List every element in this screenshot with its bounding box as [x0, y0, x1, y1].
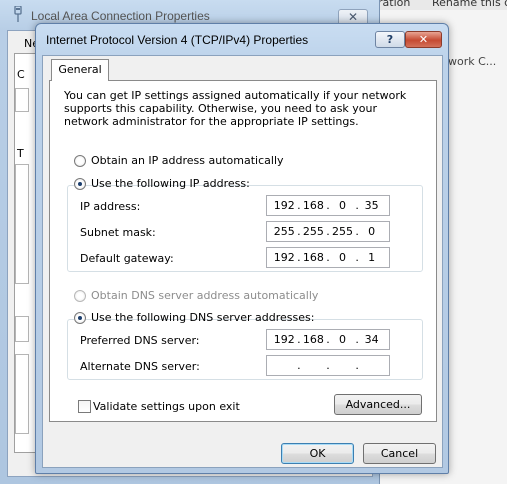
background-toolbar-item: Rename this c	[432, 0, 507, 9]
background-list-fragment	[15, 164, 29, 284]
ip-octet[interactable]: 192	[273, 251, 295, 264]
ip-octet[interactable]: 192	[273, 333, 295, 346]
obtain-ip-auto-radio[interactable]	[74, 155, 86, 167]
ip-octet[interactable]: 0	[361, 225, 383, 238]
use-following-dns-option[interactable]: Use the following DNS server addresses:	[74, 311, 314, 325]
background-field-fragment	[15, 316, 29, 342]
ip-separator: .	[326, 359, 330, 372]
tab-general[interactable]: General	[51, 59, 109, 81]
default-gateway-label: Default gateway:	[80, 252, 174, 265]
alternate-dns-label: Alternate DNS server:	[80, 360, 200, 373]
cancel-button[interactable]: Cancel	[363, 443, 436, 464]
ip-separator: .	[297, 251, 301, 264]
ip-separator: .	[355, 359, 359, 372]
use-following-dns-label: Use the following DNS server addresses:	[91, 311, 315, 324]
general-tab-panel: You can get IP settings assigned automat…	[49, 80, 437, 422]
ip-separator: .	[326, 199, 330, 212]
ip-separator: .	[355, 225, 359, 238]
ip-separator: .	[355, 251, 359, 264]
ip-octet[interactable]: 35	[361, 199, 383, 212]
dialog-title: Internet Protocol Version 4 (TCP/IPv4) P…	[46, 33, 309, 47]
ip-octet[interactable]: 192	[273, 199, 295, 212]
network-adapter-icon	[12, 5, 24, 22]
ip-octet[interactable]: 255	[302, 225, 324, 238]
subnet-mask-field[interactable]: 255. 255. 255. 0	[266, 221, 390, 242]
help-button[interactable]: ?	[375, 31, 405, 48]
use-following-ip-label: Use the following IP address:	[91, 177, 250, 190]
use-following-dns-radio[interactable]	[74, 312, 86, 324]
use-following-ip-radio[interactable]	[74, 178, 86, 190]
ip-separator: .	[355, 333, 359, 346]
use-following-ip-option[interactable]: Use the following IP address:	[74, 177, 250, 191]
alternate-dns-field[interactable]: . . .	[266, 355, 390, 376]
background-toolbar: ration Rename this c	[376, 0, 507, 10]
ok-button[interactable]: OK	[281, 443, 354, 464]
preferred-dns-field[interactable]: 192. 168. 0. 34	[266, 329, 390, 350]
ip-octet[interactable]: 168	[302, 199, 324, 212]
ip-octet[interactable]: 34	[361, 333, 383, 346]
ip-octet[interactable]: 1	[361, 251, 383, 264]
obtain-dns-auto-label: Obtain DNS server address automatically	[91, 289, 319, 302]
ip-octet[interactable]: 0	[332, 333, 354, 346]
background-label-fragment: T	[17, 147, 24, 160]
ip-separator: .	[297, 333, 301, 346]
obtain-ip-auto-label: Obtain an IP address automatically	[91, 154, 284, 167]
ip-separator: .	[355, 199, 359, 212]
close-button[interactable]: ✕	[405, 31, 442, 48]
ip-separator: .	[297, 359, 301, 372]
preferred-dns-label: Preferred DNS server:	[80, 334, 200, 347]
background-field-fragment	[15, 354, 29, 434]
ip-octet[interactable]: 255	[273, 225, 295, 238]
background-field-fragment	[15, 88, 29, 112]
ip-octet[interactable]: 168	[302, 333, 324, 346]
ip-separator: .	[297, 225, 301, 238]
ip-separator: .	[297, 199, 301, 212]
ip-separator: .	[326, 333, 330, 346]
ip-separator: .	[326, 225, 330, 238]
ip-octet[interactable]: 255	[332, 225, 354, 238]
advanced-button[interactable]: Advanced...	[334, 394, 422, 415]
background-window-title: Local Area Connection Properties	[31, 9, 210, 23]
background-label-fragment: C	[17, 68, 25, 81]
subnet-mask-label: Subnet mask:	[80, 226, 156, 239]
validate-settings-label: Validate settings upon exit	[93, 400, 240, 413]
ip-separator: .	[326, 251, 330, 264]
ip-octet[interactable]: 0	[332, 251, 354, 264]
validate-settings-checkbox[interactable]	[78, 400, 91, 413]
ip-octet[interactable]: 168	[302, 251, 324, 264]
ip-address-label: IP address:	[80, 200, 141, 213]
background-toolbar-item: ration	[378, 0, 411, 9]
ip-address-field[interactable]: 192. 168. 0. 35	[266, 195, 390, 216]
default-gateway-field[interactable]: 192. 168. 0. 1	[266, 247, 390, 268]
ip-octet[interactable]: 0	[332, 199, 354, 212]
intro-text: You can get IP settings assigned automat…	[64, 89, 407, 128]
obtain-dns-auto-radio[interactable]	[74, 290, 86, 302]
